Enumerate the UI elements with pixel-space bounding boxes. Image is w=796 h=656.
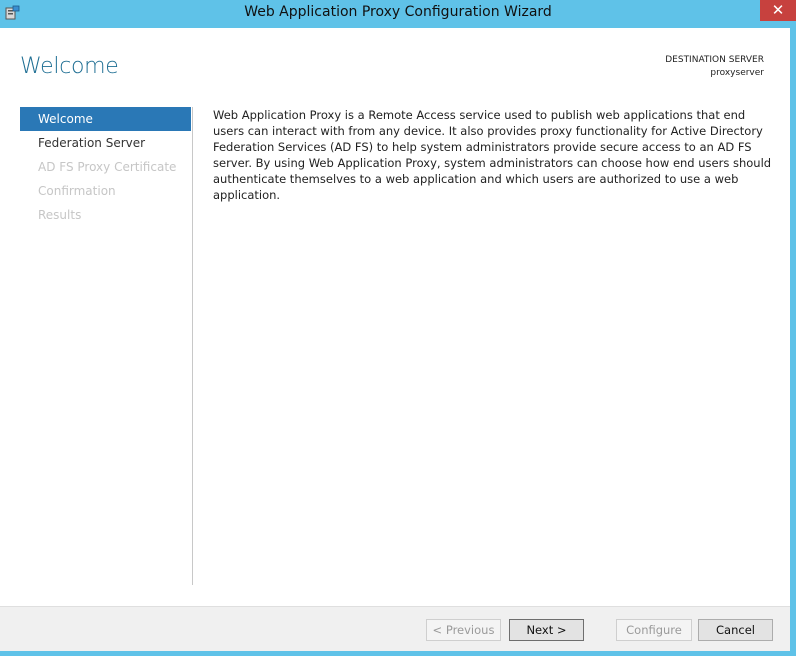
configure-button: Configure [616,619,692,641]
next-button[interactable]: Next > [509,619,584,641]
destination-server-name: proxyserver [710,68,764,78]
nav-step-confirmation: Confirmation [38,184,116,198]
title-bar[interactable]: Web Application Proxy Configuration Wiza… [0,0,796,28]
close-button[interactable]: ✕ [760,0,796,21]
wizard-steps-nav: Welcome Federation Server AD FS Proxy Ce… [20,107,193,585]
nav-step-ad-fs-proxy-certificate: AD FS Proxy Certificate [38,160,177,174]
destination-server-label: DESTINATION SERVER [665,55,764,65]
page-title: Welcome [20,54,119,79]
nav-step-welcome[interactable]: Welcome [20,107,191,131]
welcome-description: Web Application Proxy is a Remote Access… [213,108,772,202]
window-title: Web Application Proxy Configuration Wiza… [244,4,552,20]
destination-server-info: DESTINATION SERVER proxyserver [665,54,764,80]
previous-button: < Previous [426,619,501,641]
cancel-button[interactable]: Cancel [698,619,773,641]
nav-step-federation-server[interactable]: Federation Server [20,131,191,155]
nav-step-results: Results [38,208,82,222]
wizard-body: Welcome DESTINATION SERVER proxyserver W… [0,28,790,651]
wizard-footer: < Previous Next > Configure Cancel [0,606,790,651]
